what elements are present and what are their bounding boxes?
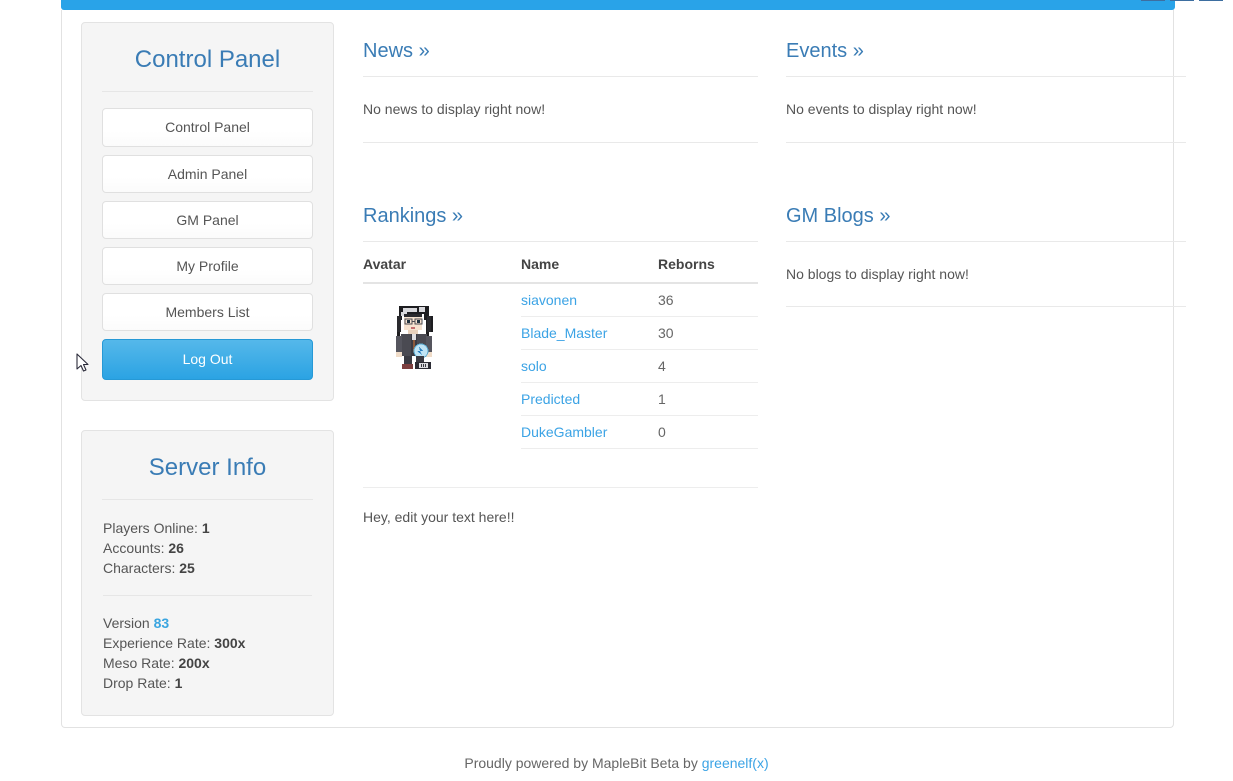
stat-experience-rate: Experience Rate: 300x (103, 633, 312, 653)
stat-characters: Characters: 25 (103, 558, 312, 578)
stat-label: Characters: (103, 559, 176, 576)
logout-button[interactable]: Log Out (102, 339, 313, 380)
aside-column: Events » No events to display right now!… (786, 22, 1186, 308)
avatar-cell (363, 283, 521, 449)
player-reborns-cell: 30 (658, 316, 758, 350)
player-reborns-cell: 4 (658, 349, 758, 383)
sidebar-item-control-panel[interactable]: Control Panel (102, 108, 313, 147)
control-panel-title: Control Panel (134, 46, 281, 73)
stat-value: 1 (201, 519, 210, 536)
page-layout: Control Panel Control Panel Admin Panel … (62, 10, 1186, 727)
sidebar-item-my-profile[interactable]: My Profile (102, 246, 313, 286)
gm-blogs-empty-text: No blogs to display right now! (786, 265, 969, 282)
player-link[interactable]: DukeGambler (521, 424, 607, 440)
rankings-heading[interactable]: Rankings » (363, 187, 463, 241)
player-link[interactable]: Predicted (521, 391, 580, 407)
page-container: Control Panel Control Panel Admin Panel … (61, 10, 1186, 728)
events-heading[interactable]: Events » (786, 22, 864, 76)
player-name-cell: DukeGambler (521, 415, 658, 449)
player-name-cell: Blade_Master (521, 316, 658, 350)
footer-text: Proudly powered by MapleBit Beta by (464, 755, 698, 771)
main-column: News » No news to display right now! Ran… (363, 22, 758, 525)
top-nav-links[interactable] (1141, 0, 1223, 1)
footer: Proudly powered by MapleBit Beta by gree… (0, 755, 1233, 771)
sidebar: Control Panel Control Panel Admin Panel … (81, 22, 334, 716)
column-header-reborns: Reborns (658, 241, 758, 284)
events-empty-text: No events to display right now! (786, 101, 977, 117)
stat-version: Version 83 (103, 613, 312, 633)
player-link[interactable]: Blade_Master (521, 325, 607, 341)
stat-players-online: Players Online: 1 (103, 518, 312, 538)
stat-value: 83 (153, 614, 170, 631)
top-nav-item[interactable] (1199, 0, 1223, 1)
player-reborns-cell: 36 (658, 282, 758, 317)
player-link[interactable]: solo (521, 358, 547, 374)
control-panel-buttons: Control Panel Admin Panel GM Panel My Pr… (82, 92, 333, 399)
stat-value: 26 (168, 539, 184, 556)
player-name-cell: siavonen (521, 282, 658, 317)
server-rates: Version 83 Experience Rate: 300x Meso Ra… (82, 596, 333, 715)
sidebar-item-admin-panel[interactable]: Admin Panel (102, 154, 313, 193)
footer-author-link[interactable]: greenelf(x) (702, 755, 769, 771)
sidebar-item-gm-panel[interactable]: GM Panel (102, 200, 313, 239)
player-link[interactable]: siavonen (521, 292, 577, 308)
control-panel-box: Control Panel Control Panel Admin Panel … (81, 22, 334, 401)
table-header-row: Avatar Name Reborns (363, 241, 758, 284)
stat-label: Drop Rate: (103, 674, 171, 691)
column-header-avatar: Avatar (363, 241, 521, 284)
stat-drop-rate: Drop Rate: 1 (103, 673, 312, 693)
editable-text[interactable]: Hey, edit your text here!! (363, 488, 758, 525)
player-name-cell: solo (521, 349, 658, 383)
rankings-table: Avatar Name Reborns siavonen 36 Blade_Ma… (363, 241, 758, 449)
sidebar-item-members-list[interactable]: Members List (102, 293, 313, 332)
player-avatar-icon (396, 305, 433, 369)
top-nav-item[interactable] (1141, 0, 1165, 1)
stat-value: 200x (178, 654, 210, 671)
table-row: siavonen 36 (363, 282, 758, 369)
stat-accounts: Accounts: 26 (103, 538, 312, 558)
server-stats: Players Online: 1 Accounts: 26 Character… (82, 500, 333, 578)
top-nav-item[interactable] (1170, 0, 1194, 1)
top-navigation-bar (61, 0, 1223, 10)
news-heading[interactable]: News » (363, 22, 430, 76)
stat-label: Accounts: (103, 539, 165, 556)
column-header-name: Name (521, 241, 658, 284)
stat-meso-rate: Meso Rate: 200x (103, 653, 312, 673)
stat-value: 25 (179, 559, 195, 576)
server-info-title: Server Info (148, 453, 267, 481)
stat-label: Players Online: (103, 519, 198, 536)
stat-label: Version (103, 614, 150, 631)
news-empty-text: No news to display right now! (363, 101, 546, 117)
stat-label: Meso Rate: (103, 654, 175, 671)
stat-value: 1 (174, 674, 183, 691)
divider (786, 306, 1186, 308)
player-name-cell: Predicted (521, 382, 658, 416)
rankings-table-head: Avatar Name Reborns (363, 241, 758, 284)
gm-blogs-heading[interactable]: GM Blogs » (786, 187, 890, 241)
player-reborns-cell: 0 (658, 415, 758, 449)
stat-value: 300x (214, 634, 246, 651)
server-info-box: Server Info Players Online: 1 Accounts: … (81, 429, 334, 716)
player-reborns-cell: 1 (658, 382, 758, 416)
stat-label: Experience Rate: (103, 634, 211, 651)
rankings-table-body: siavonen 36 Blade_Master 30 solo 4 Predi… (363, 282, 758, 449)
